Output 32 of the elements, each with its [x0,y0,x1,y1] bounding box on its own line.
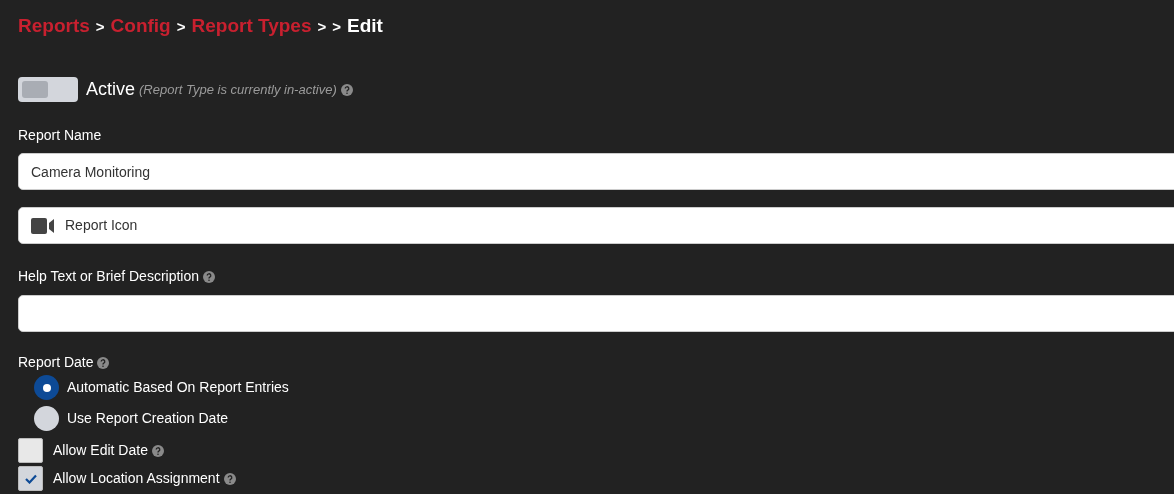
radio-button[interactable] [34,375,59,400]
field-label: Report Name [18,126,103,145]
field-label: Help Text or Brief Description [18,267,200,286]
checkbox-label: Allow Location Assignment [53,469,220,488]
option-label: Automatic Based On Report Entries [67,378,289,397]
checkbox-label: Allow Edit Date [53,441,148,460]
breadcrumb-link[interactable]: Reports [18,12,90,41]
status-note: (Report Type is currently in-active) [139,80,337,99]
checkbox[interactable] [18,438,43,463]
help-icon[interactable] [151,444,164,457]
breadcrumb-separator: > [95,17,105,37]
breadcrumb-separator: > [317,17,327,37]
icon-picker[interactable]: Report Icon [18,207,1174,244]
toggle-label: Active [86,78,136,101]
breadcrumb-link[interactable]: Config [110,12,171,41]
breadcrumb-separator: > [176,17,186,37]
help-icon[interactable] [203,270,216,283]
checkbox[interactable] [18,466,43,491]
help-icon[interactable] [97,356,110,369]
check-icon [24,473,37,484]
radio-button[interactable] [34,406,59,431]
breadcrumb-current: Edit [347,14,383,38]
text-input[interactable]: Camera Monitoring [18,153,1174,190]
toggle-switch[interactable] [18,77,78,102]
video-camera-icon [31,217,55,234]
help-icon[interactable] [340,83,353,96]
breadcrumb-separator: > [332,17,342,37]
breadcrumb-link[interactable]: Report Types [191,12,312,41]
option-label: Use Report Creation Date [67,409,229,428]
text-input[interactable] [18,295,1174,332]
field-label: Report Date [18,353,94,372]
help-icon[interactable] [223,472,236,485]
